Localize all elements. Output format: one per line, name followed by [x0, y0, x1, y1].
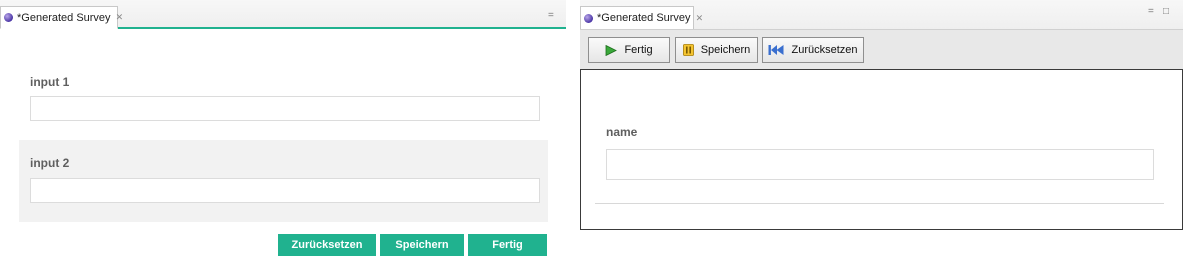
rewind-icon	[768, 45, 784, 55]
name-field[interactable]	[606, 149, 1154, 180]
field-label: name	[606, 125, 638, 139]
maximize-icon[interactable]: □	[1163, 7, 1169, 17]
save-button[interactable]: Speichern	[380, 234, 464, 256]
close-icon[interactable]: ✕	[696, 13, 704, 24]
tab-title: *Generated Survey	[597, 12, 691, 24]
reset-button[interactable]: Zurücksetzen	[762, 37, 864, 63]
finish-label: Fertig	[624, 44, 653, 56]
toolbar: Fertig Speichern Zurücksetzen	[580, 29, 1183, 69]
survey-form: name	[580, 69, 1183, 230]
editor-tab[interactable]: *Generated Survey ✕	[580, 6, 703, 29]
divider	[595, 203, 1164, 204]
field-label: input 2	[30, 156, 70, 170]
finish-button[interactable]: Fertig	[468, 234, 547, 256]
reset-label: Zurücksetzen	[791, 44, 858, 56]
input-1-field[interactable]	[30, 96, 540, 121]
play-icon	[606, 44, 618, 56]
field-label: input 1	[30, 75, 70, 89]
editor-tab-bar: *Generated Survey ✕ = □	[580, 0, 1183, 29]
minimize-icon[interactable]: =	[1148, 7, 1154, 17]
survey-icon	[4, 13, 13, 22]
tab-title: *Generated Survey	[17, 11, 111, 24]
close-icon[interactable]: ✕	[116, 12, 124, 23]
finish-button[interactable]: Fertig	[588, 37, 670, 63]
minimize-icon[interactable]: =	[548, 11, 554, 21]
save-button[interactable]: Speichern	[675, 37, 758, 63]
input-2-field[interactable]	[30, 178, 540, 203]
right-survey-editor: *Generated Survey ✕ = □ Fertig Speichern	[580, 0, 1183, 266]
save-label: Speichern	[700, 44, 751, 56]
reset-button[interactable]: Zurücksetzen	[278, 234, 376, 256]
survey-icon	[584, 13, 593, 23]
editor-tab[interactable]: *Generated Survey ✕	[0, 6, 123, 29]
left-survey-editor: *Generated Survey ✕ = input 1 input 2 Zu…	[0, 0, 566, 266]
pause-icon	[682, 44, 694, 56]
editor-tab-bar: *Generated Survey ✕ =	[0, 0, 566, 29]
